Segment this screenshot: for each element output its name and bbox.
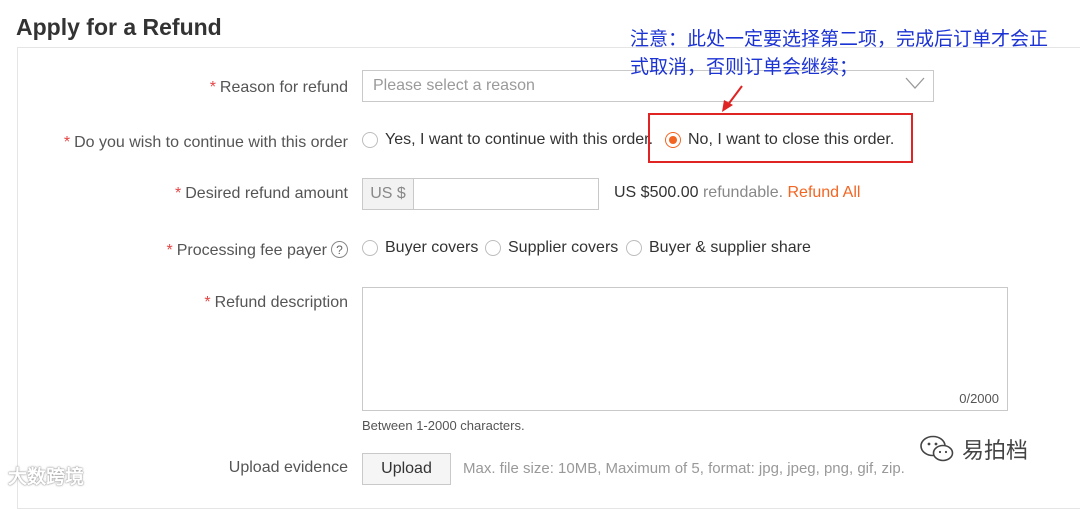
refundable-text: refundable. xyxy=(702,184,784,201)
required-mark: * xyxy=(166,242,173,259)
radio-circle[interactable] xyxy=(626,240,642,256)
reason-placeholder: Please select a reason xyxy=(373,77,535,94)
refund-all-link[interactable]: Refund All xyxy=(787,184,860,201)
radio-circle[interactable] xyxy=(362,240,378,256)
refundable-info: US $500.00 refundable. Refund All xyxy=(614,184,860,202)
refund-description-textarea[interactable]: 0/2000 xyxy=(362,287,1008,411)
refund-amount-input[interactable] xyxy=(413,178,599,210)
wechat-icon xyxy=(920,435,954,462)
radio-shared-fee[interactable]: Buyer & supplier share xyxy=(626,239,811,257)
upload-note: Max. file size: 10MB, Maximum of 5, form… xyxy=(463,460,905,477)
char-counter: 0/2000 xyxy=(959,391,999,406)
description-hint: Between 1-2000 characters. xyxy=(362,418,525,433)
watermark-left: 大数跨境 xyxy=(8,467,85,488)
annotation-highlight-box xyxy=(648,113,913,163)
required-mark: * xyxy=(204,294,211,311)
radio-circle[interactable] xyxy=(362,132,378,148)
reason-label: * Reason for refund xyxy=(209,79,348,96)
currency-prefix: US $ xyxy=(362,178,414,210)
required-mark: * xyxy=(175,185,182,202)
radio-supplier-covers[interactable]: Supplier covers xyxy=(485,239,618,257)
upload-label: Upload evidence xyxy=(228,459,348,476)
upload-button[interactable]: Upload xyxy=(362,453,451,485)
radio-circle[interactable] xyxy=(485,240,501,256)
watermark-right: 易拍档 xyxy=(920,433,1028,465)
page-title: Apply for a Refund xyxy=(16,14,222,40)
help-icon[interactable]: ? xyxy=(331,241,348,258)
arrow-icon xyxy=(722,85,743,112)
fee-payer-label: * Processing fee payer? xyxy=(166,241,348,260)
annotation-note: 注意：此处一定要选择第二项，完成后订单才会正式取消，否则订单会继续； xyxy=(630,29,1049,78)
description-label: * Refund description xyxy=(204,294,348,311)
refundable-amount: US $500.00 xyxy=(614,184,699,201)
refund-amount-label: * Desired refund amount xyxy=(175,185,348,202)
continue-order-label: * Do you wish to continue with this order xyxy=(63,134,348,151)
required-mark: * xyxy=(209,79,216,96)
radio-continue-order[interactable]: Yes, I want to continue with this order. xyxy=(362,131,653,149)
radio-buyer-covers[interactable]: Buyer covers xyxy=(362,239,478,257)
required-mark: * xyxy=(63,134,71,151)
